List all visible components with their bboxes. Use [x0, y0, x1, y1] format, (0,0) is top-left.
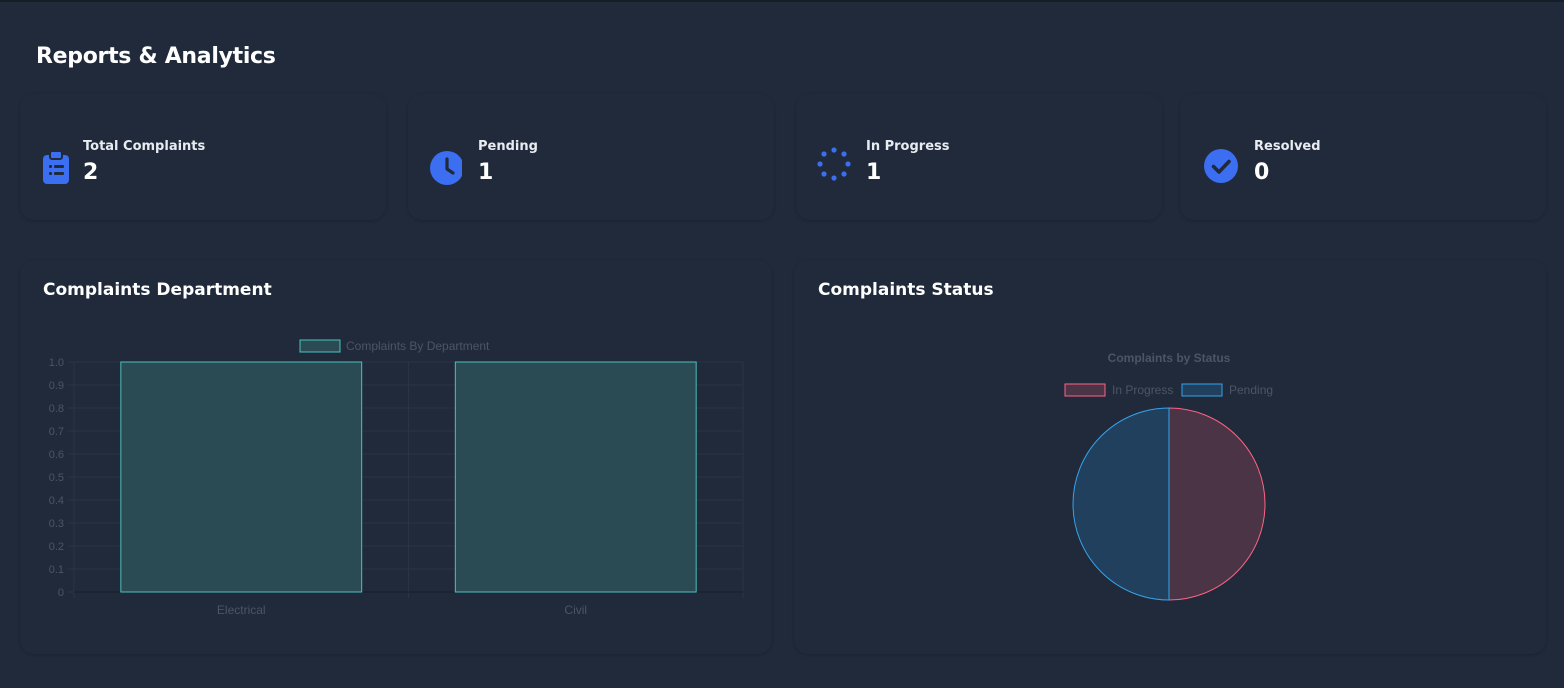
spinner-icon — [817, 147, 851, 181]
stat-card-in-progress: In Progress 1 — [796, 94, 1162, 220]
clock-icon — [430, 151, 462, 185]
department-bar-chart: Complaints By Department 0 0.1 0.2 0.3 0.4 0.5… — [49, 339, 744, 617]
stat-value: 1 — [478, 160, 494, 185]
x-tick-label: Civil — [564, 603, 587, 617]
legend-swatch — [1064, 383, 1106, 397]
stat-value: 0 — [1254, 160, 1270, 185]
y-tick-label: 0.6 — [49, 449, 64, 461]
stat-card-total: Total Complaints 2 — [20, 94, 386, 220]
y-tick-label: 0.3 — [49, 518, 64, 530]
status-pie-chart: Complaints by Status In Progress Pending — [1064, 351, 1273, 601]
pie-slice-pending — [1072, 407, 1170, 601]
status-chart-card: Complaints Status Complaints by Status In… — [794, 260, 1546, 654]
stat-label: Pending — [478, 139, 538, 154]
stat-value: 2 — [83, 160, 99, 185]
stat-card-pending: Pending 1 — [408, 94, 774, 220]
y-tick-label: 0.7 — [49, 426, 64, 438]
reports-page: Reports & Analytics Total Complaints 2 P… — [0, 0, 1564, 688]
stat-card-resolved: Resolved 0 — [1180, 94, 1546, 220]
pie-slice-in-progress — [1168, 407, 1266, 601]
legend-swatch — [1181, 383, 1223, 397]
pie-title: Complaints by Status — [1108, 351, 1231, 365]
stat-label: In Progress — [866, 139, 950, 154]
stat-label: Total Complaints — [83, 139, 206, 154]
y-tick-label: 0.5 — [49, 472, 64, 484]
y-tick-label: 0 — [58, 587, 64, 599]
department-chart-card: Complaints Department Complaints By Depa… — [20, 260, 772, 654]
stat-value: 1 — [866, 160, 882, 185]
y-tick-label: 0.4 — [49, 495, 64, 507]
legend-label: Pending — [1229, 383, 1273, 397]
bar-electrical — [120, 361, 363, 593]
legend-label: In Progress — [1112, 383, 1173, 397]
clipboard-list-icon — [43, 150, 69, 184]
bar-civil — [454, 361, 697, 593]
legend-swatch — [299, 339, 341, 353]
legend-label: Complaints By Department — [346, 339, 490, 353]
y-tick-label: 0.9 — [49, 380, 64, 392]
page-title: Reports & Analytics — [36, 44, 276, 69]
check-circle-icon — [1204, 149, 1238, 183]
y-tick-label: 0.2 — [49, 541, 64, 553]
y-tick-label: 1.0 — [49, 357, 64, 369]
x-tick-label: Electrical — [217, 603, 266, 617]
stat-label: Resolved — [1254, 139, 1321, 154]
y-tick-label: 0.1 — [49, 564, 64, 576]
y-tick-label: 0.8 — [49, 403, 64, 415]
